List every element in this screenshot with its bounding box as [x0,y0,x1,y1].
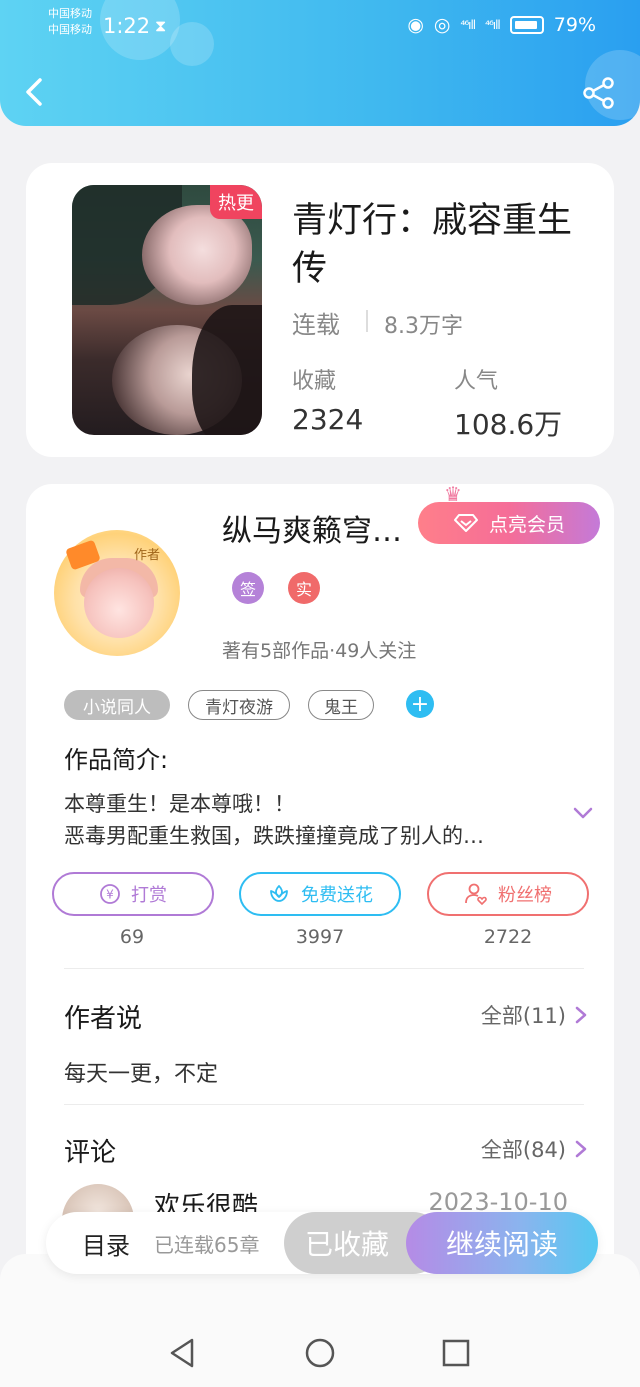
author-avatar[interactable]: 作者 [54,530,180,656]
status-icons: ◉ ◎ ⁴⁶ıll ⁴⁶ıll 79% [407,14,596,36]
author-says-more-link[interactable]: 全部(11) [481,1000,588,1030]
verified-badge: 实 [288,572,320,604]
book-status: 连载 [292,311,340,339]
tag-chip[interactable]: 鬼王 [308,690,374,720]
reward-label: 打赏 [131,885,167,906]
diamond-icon [453,514,478,532]
intro-title: 作品简介: [64,746,169,774]
flower-count: 3997 [295,926,345,948]
top-header: 中国移动 中国移动 1:22 ⧗ ◉ ◎ ⁴⁶ıll ⁴⁶ıll 79% [0,0,640,126]
free-flower-label: 免费送花 [301,885,373,906]
author-meta: 著有5部作品·49人关注 [222,640,417,662]
divider [366,310,368,332]
divider [64,1104,584,1105]
carrier-1: 中国移动 [48,7,92,20]
toc-button[interactable]: 目录 [82,1226,130,1261]
divider [64,968,584,969]
author-detail-card: 作者 纵马爽籁穹… ♛ 点亮会员 签 实 著有5部作品·49人关注 小说同人 青… [26,484,614,1304]
battery-percent: 79% [553,14,596,36]
tag-chip[interactable]: 青灯夜游 [188,690,290,720]
nav-recents-icon[interactable] [439,1336,473,1370]
collect-label: 收藏 [292,369,337,394]
fan-ranking-button[interactable]: 粉丝榜 [427,872,589,916]
yen-icon: ¥ [100,884,120,904]
vip-button[interactable]: 点亮会员 [418,502,600,544]
carrier-2: 中国移动 [48,23,92,36]
fan-ranking-label: 粉丝榜 [498,885,552,906]
fan-count: 2722 [483,926,533,948]
battery-icon [509,16,544,34]
clock: 1:22 [103,14,151,38]
signal-icon: ⁴⁶ıll [485,18,501,32]
signed-badge: 签 [232,572,264,604]
comments-more-label: 全部(84) [480,1138,566,1162]
chevron-right-icon [575,1140,587,1158]
author-says-title: 作者说 [64,1004,143,1034]
continue-reading-label: 继续阅读 [445,1228,558,1261]
hot-update-badge: 热更 [210,185,262,219]
book-info-card: 热更 青灯行：戚容重生传 连载 8.3万字 收藏 2324 人气 108.6万 [26,163,614,457]
popularity-label: 人气 [454,369,499,394]
saved-label: 已收藏 [304,1228,389,1261]
popularity-count: 108.6万 [454,408,563,441]
comments-more-link[interactable]: 全部(84) [481,1134,588,1164]
back-icon[interactable] [20,72,50,112]
chapter-count: 已连载65章 [154,1233,260,1257]
user-heart-icon [465,883,487,906]
word-count: 8.3万字 [384,314,463,339]
hotspot-icon: ◎ [433,14,451,36]
hourglass-icon: ⧗ [155,16,167,35]
add-tag-button[interactable]: + [406,690,434,718]
reward-count: 69 [119,926,145,948]
free-flower-button[interactable]: 免费送花 [239,872,401,916]
intro-line-2: 恶毒男配重生救国，跌跌撞撞竟成了别人的… [64,824,484,848]
avatar-art [84,568,154,638]
cover-art [192,305,262,435]
reward-button[interactable]: ¥ 打赏 [52,872,214,916]
reading-action-bar: 目录 已连载65章 已收藏 继续阅读 [46,1212,598,1274]
nav-home-icon[interactable] [303,1336,337,1370]
carrier-labels: 中国移动 中国移动 [48,6,92,38]
author-says-more-label: 全部(11) [480,1004,566,1028]
comments-title: 评论 [64,1138,117,1168]
share-icon[interactable] [582,76,616,110]
tag-chip[interactable]: 小说同人 [64,690,170,720]
vip-label: 点亮会员 [488,513,565,536]
book-title: 青灯行：戚容重生传 [292,201,573,289]
continue-reading-button[interactable]: 继续阅读 [406,1212,598,1274]
nav-back-icon[interactable] [166,1336,200,1370]
author-caption: 作者 [134,548,161,563]
chevron-right-icon [575,1006,587,1024]
svg-text:¥: ¥ [106,888,114,902]
eye-icon: ◉ [407,14,424,36]
intro-line-1: 本尊重生！是本尊哦！！ [64,792,295,816]
signal-icon: ⁴⁶ıll [460,18,477,32]
cover-art [142,205,252,305]
status-bar: 中国移动 中国移动 1:22 ⧗ ◉ ◎ ⁴⁶ıll ⁴⁶ıll 79% [0,6,640,46]
author-name[interactable]: 纵马爽籁穹… [222,506,402,550]
book-cover[interactable]: 热更 [72,185,262,435]
collect-count: 2324 [292,403,364,436]
chevron-down-icon[interactable] [572,802,594,824]
author-says-content: 每天一更，不定 [64,1062,219,1087]
flower-icon [270,885,288,902]
